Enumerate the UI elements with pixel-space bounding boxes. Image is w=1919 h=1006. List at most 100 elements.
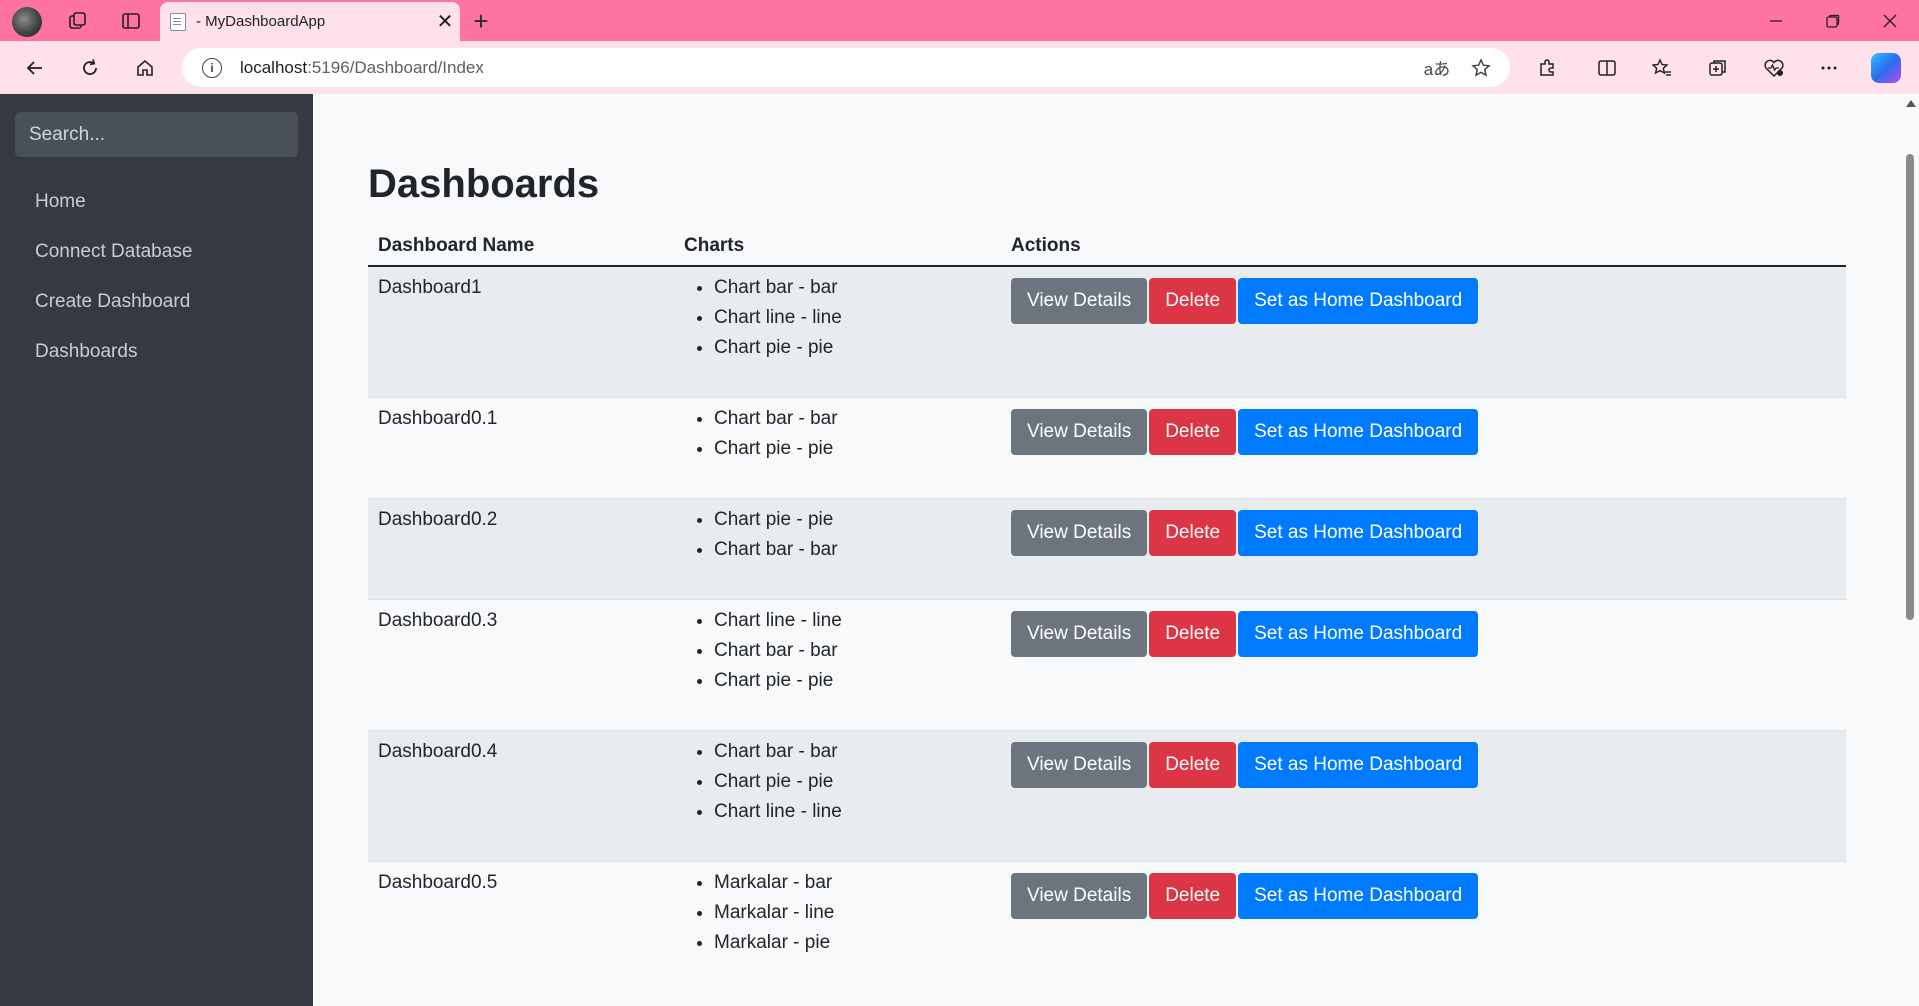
more-options-icon[interactable] bbox=[1815, 54, 1843, 82]
browser-essentials-icon[interactable] bbox=[1760, 54, 1788, 82]
set-home-dashboard-button[interactable]: Set as Home Dashboard bbox=[1238, 610, 1479, 657]
read-aloud-icon[interactable]: aあ bbox=[1422, 53, 1452, 83]
set-home-dashboard-button[interactable]: Set as Home Dashboard bbox=[1238, 509, 1479, 556]
chart-list-item: Chart bar - bar bbox=[714, 535, 991, 565]
browser-tab-strip: - MyDashboardApp ✕ + bbox=[0, 0, 1919, 41]
table-row: Dashboard0.5 Markalar - barMarkalar - lin… bbox=[368, 860, 1846, 992]
chart-list-item: Chart bar - bar bbox=[714, 273, 991, 303]
charts-cell: Chart bar - barChart pie - pie bbox=[674, 396, 1001, 498]
charts-cell: Markalar - barMarkalar - lineMarkalar - … bbox=[674, 860, 1001, 992]
view-details-button[interactable]: View Details bbox=[1011, 741, 1148, 788]
view-details-button[interactable]: View Details bbox=[1011, 278, 1148, 324]
minimize-icon[interactable] bbox=[1748, 0, 1804, 41]
charts-list: Chart bar - barChart pie - pie bbox=[714, 404, 991, 464]
favorite-star-icon[interactable] bbox=[1466, 53, 1496, 83]
scroll-up-arrow-icon[interactable] bbox=[1906, 100, 1916, 107]
chart-list-item: Chart bar - bar bbox=[714, 636, 991, 666]
back-icon[interactable] bbox=[20, 53, 50, 83]
column-header-name: Dashboard Name bbox=[368, 226, 674, 267]
table-header-row: Dashboard Name Charts Actions bbox=[368, 226, 1846, 267]
actions-cell: View Details Delete Set as Home Dashboard bbox=[1001, 497, 1846, 599]
set-home-dashboard-button[interactable]: Set as Home Dashboard bbox=[1238, 408, 1479, 455]
charts-list: Chart bar - barChart pie - pieChart line… bbox=[714, 737, 991, 827]
chart-list-item: Markalar - pie bbox=[714, 928, 991, 958]
chart-list-item: Chart line - line bbox=[714, 606, 991, 636]
chart-list-item: Chart line - line bbox=[714, 303, 991, 333]
collections-icon[interactable] bbox=[1704, 54, 1732, 82]
charts-list: Chart pie - pieChart bar - bar bbox=[714, 505, 991, 565]
actions-cell: View Details Delete Set as Home Dashboard bbox=[1001, 729, 1846, 861]
url-path: :5196/Dashboard/Index bbox=[307, 57, 484, 77]
dashboard-name-cell: Dashboard0.4 bbox=[368, 729, 674, 861]
sidebar: Home Connect Database Create Dashboard D… bbox=[0, 94, 313, 1006]
url-host: localhost bbox=[240, 57, 308, 77]
browser-toolbar: i localhost:5196/Dashboard/Index aあ bbox=[0, 41, 1919, 94]
page-title: Dashboards bbox=[368, 162, 600, 206]
workspaces-icon[interactable] bbox=[65, 8, 91, 34]
window-close-icon[interactable] bbox=[1862, 0, 1918, 41]
table-row: Dashboard0.3 Chart line - lineChart bar -… bbox=[368, 598, 1846, 730]
chart-list-item: Chart bar - bar bbox=[714, 404, 991, 434]
charts-cell: Chart bar - barChart pie - pieChart line… bbox=[674, 729, 1001, 861]
url-text[interactable]: localhost:5196/Dashboard/Index bbox=[240, 58, 1422, 78]
view-details-button[interactable]: View Details bbox=[1011, 872, 1148, 919]
set-home-dashboard-button[interactable]: Set as Home Dashboard bbox=[1238, 872, 1479, 919]
column-header-charts: Charts bbox=[674, 226, 1001, 267]
chart-list-item: Chart pie - pie bbox=[714, 767, 991, 797]
sidebar-item-dashboards[interactable]: Dashboards bbox=[35, 341, 192, 391]
set-home-dashboard-button[interactable]: Set as Home Dashboard bbox=[1238, 741, 1479, 788]
dashboard-name-cell: Dashboard0.5 bbox=[368, 860, 674, 992]
column-header-actions: Actions bbox=[1001, 226, 1846, 267]
refresh-icon[interactable] bbox=[75, 53, 105, 83]
set-home-dashboard-button[interactable]: Set as Home Dashboard bbox=[1238, 278, 1479, 324]
delete-button[interactable]: Delete bbox=[1149, 872, 1237, 919]
view-details-button[interactable]: View Details bbox=[1011, 408, 1148, 455]
new-tab-button[interactable]: + bbox=[468, 6, 494, 36]
dashboards-table: Dashboard Name Charts Actions Dashboard1… bbox=[368, 226, 1846, 992]
chart-list-item: Chart pie - pie bbox=[714, 666, 991, 696]
sidebar-item-home[interactable]: Home bbox=[35, 191, 192, 241]
delete-button[interactable]: Delete bbox=[1149, 509, 1237, 556]
charts-list: Markalar - barMarkalar - lineMarkalar - … bbox=[714, 868, 991, 958]
table-row: Dashboard0.2 Chart pie - pieChart bar - b… bbox=[368, 497, 1846, 599]
view-details-button[interactable]: View Details bbox=[1011, 610, 1148, 657]
copilot-icon[interactable] bbox=[1871, 53, 1901, 83]
favorites-icon[interactable] bbox=[1648, 54, 1676, 82]
chart-list-item: Chart line - line bbox=[714, 797, 991, 827]
actions-cell: View Details Delete Set as Home Dashboard bbox=[1001, 860, 1846, 992]
dashboard-name-cell: Dashboard0.2 bbox=[368, 497, 674, 599]
search-input[interactable] bbox=[15, 112, 298, 157]
view-details-button[interactable]: View Details bbox=[1011, 509, 1148, 556]
tab-title: - MyDashboardApp bbox=[196, 13, 326, 30]
actions-cell: View Details Delete Set as Home Dashboard bbox=[1001, 396, 1846, 498]
table-row: Dashboard0.1 Chart bar - barChart pie - p… bbox=[368, 396, 1846, 498]
split-screen-icon[interactable] bbox=[1593, 54, 1621, 82]
actions-cell: View Details Delete Set as Home Dashboard bbox=[1001, 265, 1846, 397]
actions-cell: View Details Delete Set as Home Dashboard bbox=[1001, 598, 1846, 730]
tab-close-icon[interactable]: ✕ bbox=[430, 9, 460, 34]
delete-button[interactable]: Delete bbox=[1149, 408, 1237, 455]
tab-actions-icon[interactable] bbox=[118, 8, 144, 34]
extensions-icon[interactable] bbox=[1533, 54, 1561, 82]
restore-icon[interactable] bbox=[1805, 0, 1861, 41]
sidebar-item-connect-database[interactable]: Connect Database bbox=[35, 241, 192, 291]
delete-button[interactable]: Delete bbox=[1149, 741, 1237, 788]
scrollbar-thumb[interactable] bbox=[1906, 154, 1914, 620]
profile-avatar[interactable] bbox=[12, 7, 42, 37]
charts-list: Chart line - lineChart bar - barChart pi… bbox=[714, 606, 991, 696]
address-bar[interactable]: i localhost:5196/Dashboard/Index aあ bbox=[182, 48, 1510, 87]
chart-list-item: Chart pie - pie bbox=[714, 333, 991, 363]
table-row: Dashboard1 Chart bar - barChart line - li… bbox=[368, 265, 1846, 397]
table-row: Dashboard0.4 Chart bar - barChart pie - p… bbox=[368, 729, 1846, 861]
chart-list-item: Markalar - line bbox=[714, 898, 991, 928]
site-info-icon[interactable]: i bbox=[202, 57, 222, 78]
home-icon[interactable] bbox=[130, 53, 160, 83]
charts-cell: Chart pie - pieChart bar - bar bbox=[674, 497, 1001, 599]
charts-cell: Chart bar - barChart line - lineChart pi… bbox=[674, 265, 1001, 397]
delete-button[interactable]: Delete bbox=[1149, 610, 1237, 657]
delete-button[interactable]: Delete bbox=[1149, 278, 1237, 324]
main-content: Dashboards Dashboard Name Charts Actions… bbox=[313, 94, 1903, 1006]
charts-cell: Chart line - lineChart bar - barChart pi… bbox=[674, 598, 1001, 730]
tab-active[interactable]: - MyDashboardApp ✕ bbox=[160, 2, 460, 41]
sidebar-item-create-dashboard[interactable]: Create Dashboard bbox=[35, 291, 192, 341]
